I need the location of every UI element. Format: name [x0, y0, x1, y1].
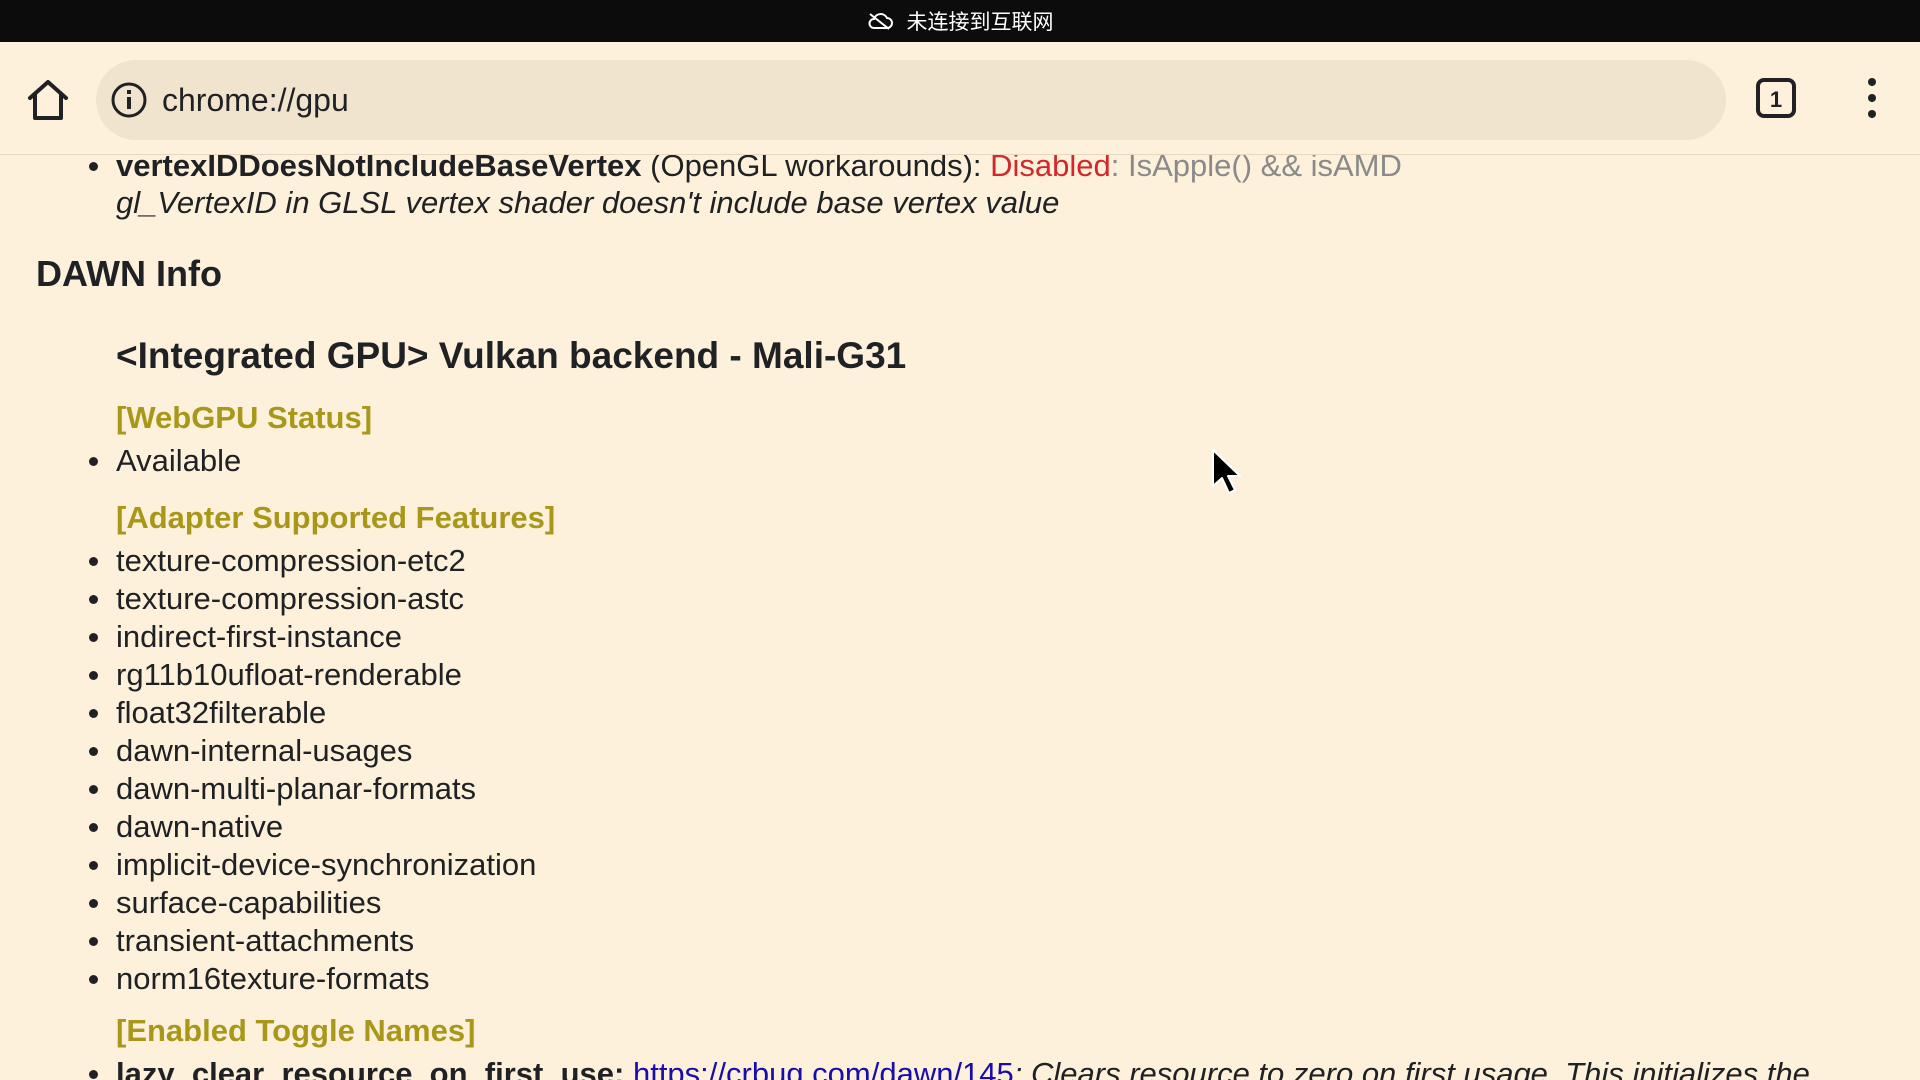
workaround-item: vertexIDDoesNotIncludeBaseVertex (OpenGL… — [0, 155, 1920, 220]
list-item: dawn-multi-planar-formats — [0, 770, 1920, 808]
workaround-line: vertexIDDoesNotIncludeBaseVertex (OpenGL… — [0, 155, 1920, 185]
workaround-description: gl_VertexID in GLSL vertex shader doesn'… — [116, 185, 1060, 220]
features-list: texture-compression-etc2 texture-compres… — [0, 542, 1920, 998]
cloud-off-icon — [868, 13, 893, 30]
list-item: norm16texture-formats — [0, 960, 1920, 998]
list-item: dawn-native — [0, 808, 1920, 846]
workaround-condition: : IsApple() && isAMD — [1110, 155, 1402, 183]
webgpu-status-item: Available — [0, 442, 1920, 480]
tab-switcher-icon[interactable]: 1 — [1755, 77, 1797, 119]
tab-count: 1 — [1770, 87, 1782, 112]
url-text[interactable]: chrome://gpu — [162, 82, 349, 119]
list-item: surface-capabilities — [0, 884, 1920, 922]
page-content: vertexIDDoesNotIncludeBaseVertex (OpenGL… — [0, 155, 1920, 1080]
webgpu-status-title: [WebGPU Status] — [116, 400, 373, 435]
toggle-description: : Clears resource to zero on first usage… — [1013, 1056, 1810, 1080]
list-item: float32filterable — [0, 694, 1920, 732]
more-vert-icon[interactable] — [1860, 72, 1884, 124]
list-item: transient-attachments — [0, 922, 1920, 960]
workaround-category: (OpenGL workarounds): — [641, 155, 991, 183]
dawn-info-heading: DAWN Info — [36, 253, 222, 294]
list-item: implicit-device-synchronization — [0, 846, 1920, 884]
list-item: dawn-internal-usages — [0, 732, 1920, 770]
network-status-text: 未连接到互联网 — [906, 11, 1054, 34]
workaround-status: Disabled — [990, 155, 1111, 183]
features-title: [Adapter Supported Features] — [116, 500, 556, 535]
home-icon[interactable] — [22, 74, 74, 126]
toggle-bug-link[interactable]: https://crbug.com/dawn/145 — [633, 1056, 1014, 1080]
address-bar[interactable]: chrome://gpu — [96, 60, 1726, 140]
list-item: rg11b10ufloat-renderable — [0, 656, 1920, 694]
system-status-bar: 未连接到互联网 — [0, 0, 1920, 42]
toggles-title: [Enabled Toggle Names] — [116, 1013, 476, 1048]
browser-toolbar: chrome://gpu 1 — [0, 42, 1920, 155]
toggle-name: lazy_clear_resource_on_first_use: — [116, 1056, 625, 1080]
info-icon[interactable] — [110, 81, 148, 119]
list-item: texture-compression-astc — [0, 580, 1920, 618]
list-item: indirect-first-instance — [0, 618, 1920, 656]
mouse-cursor-icon — [1212, 449, 1241, 494]
list-item: texture-compression-etc2 — [0, 542, 1920, 580]
adapter-title: <Integrated GPU> Vulkan backend - Mali-G… — [116, 335, 907, 376]
toggle-line: lazy_clear_resource_on_first_use: https:… — [0, 1055, 1920, 1080]
toggle-item: lazy_clear_resource_on_first_use: https:… — [0, 1055, 1920, 1080]
workaround-name: vertexIDDoesNotIncludeBaseVertex — [116, 155, 642, 183]
webgpu-status-list: Available — [0, 442, 1920, 480]
